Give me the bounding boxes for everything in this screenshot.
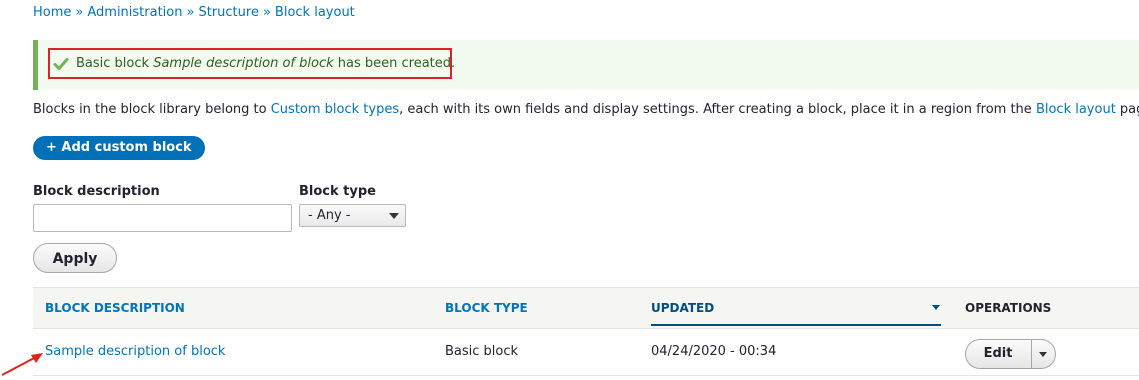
sort-updated[interactable]: UPDATED bbox=[651, 301, 714, 315]
block-type-selected: - Any - bbox=[308, 208, 351, 223]
dropbutton-toggle-icon[interactable] bbox=[1039, 352, 1047, 357]
custom-block-types-link[interactable]: Custom block types bbox=[271, 102, 399, 117]
block-type-cell: Basic block bbox=[445, 344, 519, 359]
operations-header: OPERATIONS bbox=[965, 301, 1052, 315]
block-description-input[interactable] bbox=[33, 204, 292, 232]
check-icon bbox=[53, 58, 69, 70]
intro-text: Blocks in the block library belong to Cu… bbox=[33, 102, 1139, 117]
block-description-label: Block description bbox=[33, 184, 160, 199]
message-block-name: Sample description of block bbox=[153, 56, 334, 71]
block-type-label: Block type bbox=[299, 184, 376, 199]
breadcrumb-separator: » bbox=[262, 5, 271, 20]
status-message-text: Basic block Sample description of block … bbox=[76, 56, 455, 71]
breadcrumb-block-layout[interactable]: Block layout bbox=[275, 5, 355, 20]
updated-cell: 04/24/2020 - 00:34 bbox=[651, 344, 777, 359]
breadcrumb-separator: » bbox=[75, 5, 84, 20]
intro-text-part: , each with its own fields and display s… bbox=[399, 102, 1036, 117]
block-type-select[interactable]: - Any - bbox=[299, 204, 406, 227]
sort-block-type[interactable]: BLOCK TYPE bbox=[445, 301, 528, 315]
breadcrumb-administration[interactable]: Administration bbox=[87, 5, 182, 20]
breadcrumb: Home» Administration» Structure» Block layo… bbox=[33, 5, 355, 20]
message-suffix: has been created. bbox=[333, 56, 456, 71]
active-sort-indicator bbox=[651, 324, 941, 326]
intro-text-part: page. bbox=[1119, 102, 1139, 117]
block-link[interactable]: Sample description of block bbox=[45, 344, 225, 359]
breadcrumb-home[interactable]: Home bbox=[33, 5, 71, 20]
block-layout-link[interactable]: Block layout bbox=[1036, 102, 1116, 117]
sort-block-description[interactable]: BLOCK DESCRIPTION bbox=[45, 301, 185, 315]
apply-button[interactable]: Apply bbox=[33, 243, 117, 273]
edit-button[interactable]: Edit bbox=[966, 339, 1030, 369]
chevron-down-icon bbox=[389, 213, 399, 219]
annotation-arrow-icon bbox=[1, 353, 43, 376]
message-prefix: Basic block bbox=[76, 56, 154, 71]
table-row-divider bbox=[33, 375, 1139, 376]
breadcrumb-structure[interactable]: Structure bbox=[198, 5, 258, 20]
add-custom-block-button[interactable]: + Add custom block bbox=[33, 136, 205, 160]
breadcrumb-separator: » bbox=[186, 5, 195, 20]
intro-text-part: Blocks in the block library belong to bbox=[33, 102, 271, 117]
dropbutton-divider bbox=[1031, 340, 1032, 368]
sort-descending-icon[interactable] bbox=[932, 305, 940, 310]
